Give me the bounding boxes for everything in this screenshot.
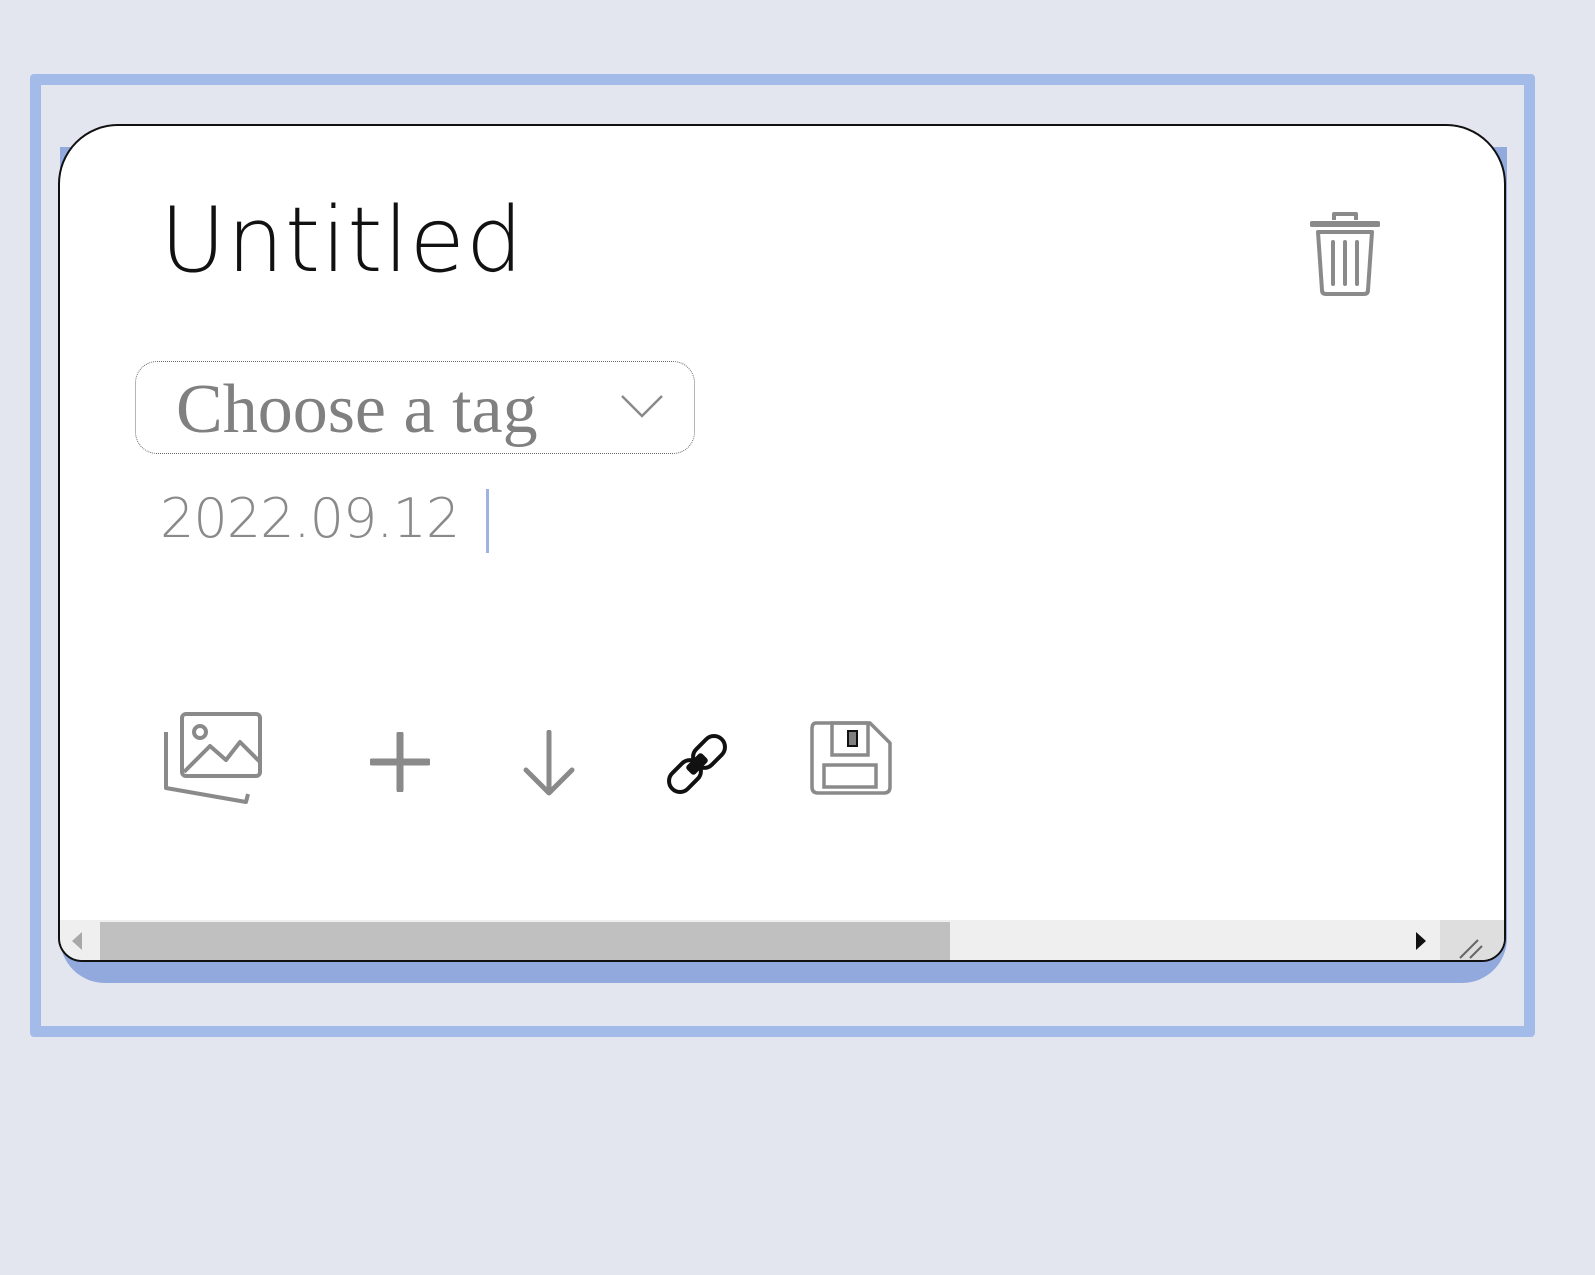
arrow-down-icon[interactable] <box>522 730 576 796</box>
tag-select-placeholder: Choose a tag <box>176 371 538 448</box>
scroll-left-arrow-icon[interactable] <box>68 930 86 952</box>
note-card: Untitled Choose a tag 2022.09.12 <box>58 124 1506 962</box>
scroll-right-arrow-icon[interactable] <box>1412 930 1430 952</box>
scrollbar-thumb[interactable] <box>100 922 950 960</box>
image-gallery-icon[interactable] <box>164 712 264 804</box>
note-date[interactable]: 2022.09.12 <box>160 492 460 546</box>
plus-icon[interactable] <box>370 732 430 792</box>
resize-grip-icon[interactable] <box>1440 920 1504 962</box>
trash-icon[interactable] <box>1310 210 1380 296</box>
tag-select[interactable]: Choose a tag <box>135 361 695 454</box>
note-title[interactable]: Untitled <box>160 196 524 286</box>
text-caret <box>486 489 489 553</box>
chevron-down-icon <box>621 395 663 418</box>
horizontal-scrollbar[interactable] <box>60 920 1504 960</box>
link-chain-icon[interactable] <box>662 729 732 799</box>
floppy-disk-icon[interactable] <box>810 721 892 795</box>
